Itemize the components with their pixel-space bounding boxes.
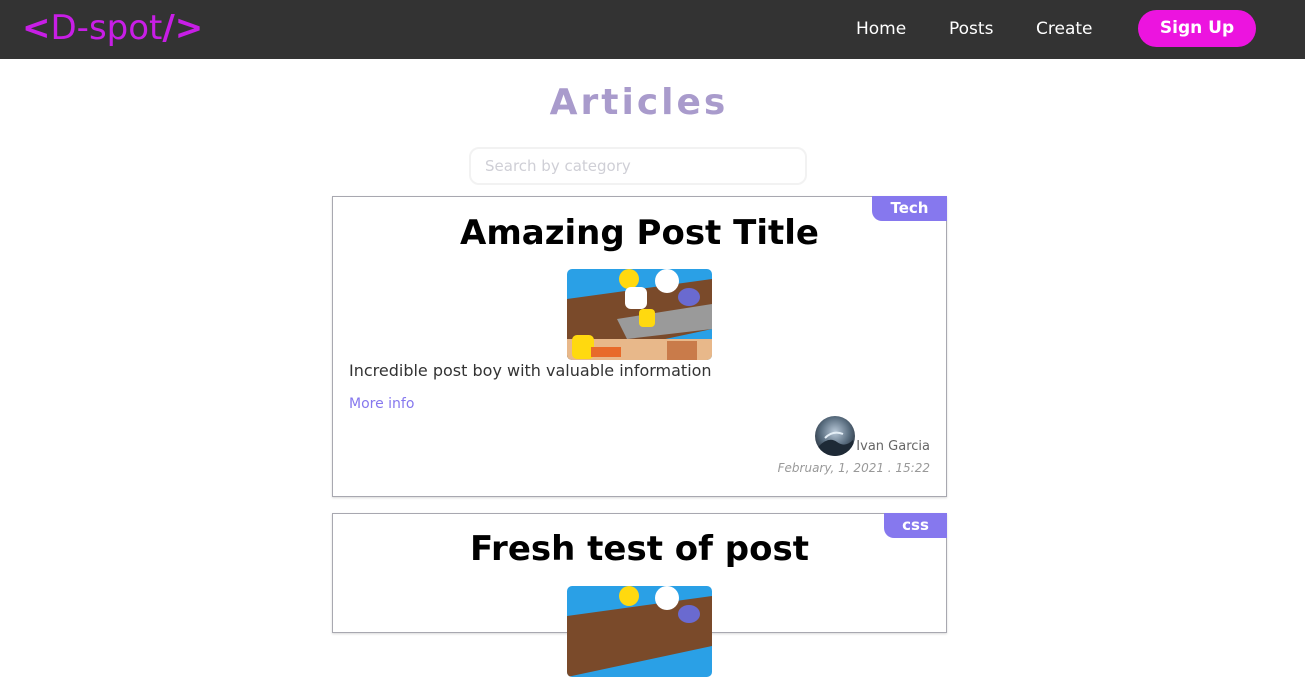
more-info-link[interactable]: More info	[349, 396, 414, 412]
post-card: Tech Amazing Post Title Incredible post …	[332, 196, 947, 497]
post-card: css Fresh test of post	[332, 513, 947, 677]
logo-open-bracket: <	[22, 8, 51, 48]
search-field[interactable]	[469, 147, 807, 185]
post-body-text: Incredible post boy with valuable inform…	[349, 361, 712, 380]
logo-text: D-spot	[50, 8, 163, 48]
post-thumbnail-image	[567, 269, 712, 360]
page-title: Articles	[549, 82, 729, 123]
post-date: February, 1, 2021 . 15:22	[777, 461, 930, 475]
nav-link-home[interactable]: Home	[856, 16, 906, 42]
top-navbar: <D-spot/> Home Posts Create Sign Up	[0, 0, 1305, 59]
post-thumbnail-image	[567, 586, 712, 677]
post-title: Fresh test of post	[470, 529, 809, 569]
nav-link-posts[interactable]: Posts	[949, 16, 993, 42]
post-title: Amazing Post Title	[460, 213, 819, 253]
sign-up-button[interactable]: Sign Up	[1138, 10, 1256, 47]
search-input[interactable]	[471, 149, 785, 183]
nav-link-create[interactable]: Create	[1036, 16, 1093, 42]
logo-close-bracket: />	[162, 8, 204, 48]
author-name: Ivan Garcia	[856, 439, 930, 454]
author-avatar	[815, 416, 855, 456]
brand-logo[interactable]: <D-spot/>	[22, 2, 203, 54]
